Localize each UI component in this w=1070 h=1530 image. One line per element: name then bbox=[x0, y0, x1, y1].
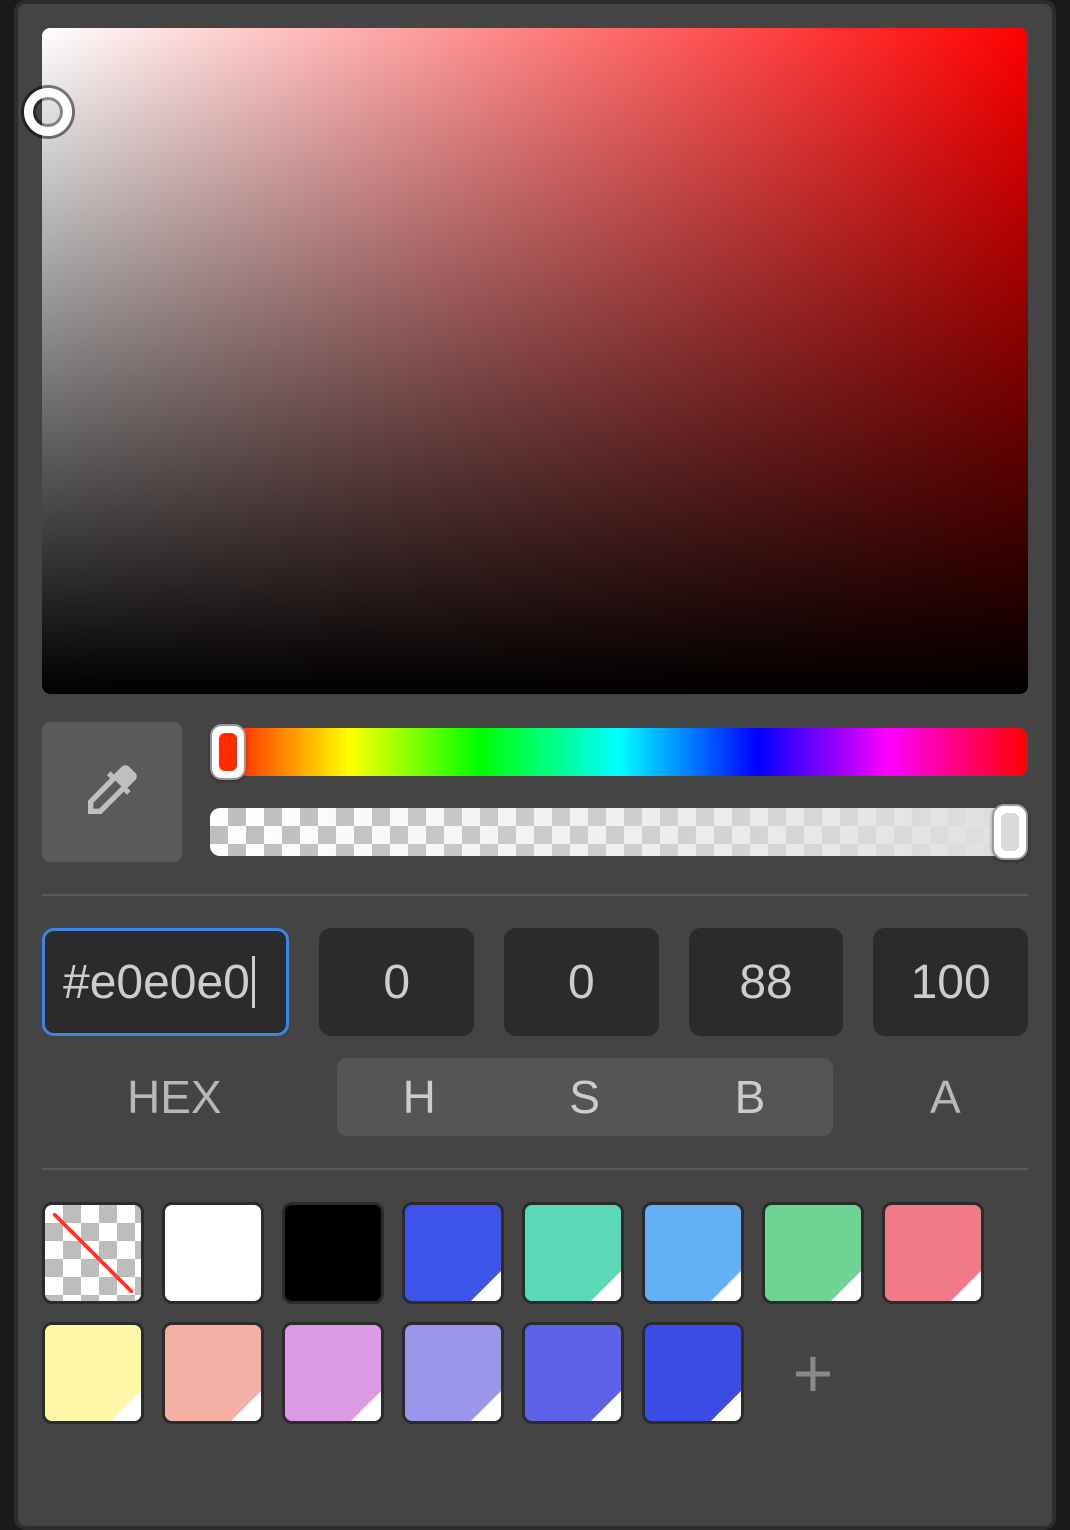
swatch-corner-icon bbox=[111, 1391, 141, 1421]
swatch-lemon[interactable] bbox=[42, 1322, 144, 1424]
alpha-slider-overlay bbox=[210, 808, 1028, 856]
swatch-corner-icon bbox=[711, 1271, 741, 1301]
sb-cursor[interactable] bbox=[24, 88, 72, 136]
b-col: 88 bbox=[689, 928, 844, 1036]
hex-label: HEX bbox=[42, 1070, 307, 1124]
hex-input[interactable]: #e0e0e0 bbox=[42, 928, 289, 1036]
swatch-corner-icon bbox=[951, 1271, 981, 1301]
swatch-corner-icon bbox=[231, 1391, 261, 1421]
a-label: A bbox=[863, 1070, 1028, 1124]
s-input-value: 0 bbox=[568, 955, 595, 1010]
swatch-corner-icon bbox=[591, 1271, 621, 1301]
alpha-slider-thumb[interactable] bbox=[992, 804, 1028, 860]
swatch-green[interactable] bbox=[762, 1202, 864, 1304]
add-swatch-button[interactable]: + bbox=[762, 1322, 864, 1424]
swatch-corner-icon bbox=[831, 1271, 861, 1301]
s-col: 0 bbox=[504, 928, 659, 1036]
hue-slider-thumb[interactable] bbox=[210, 724, 246, 780]
b-input-value: 88 bbox=[739, 955, 792, 1010]
eyedropper-button[interactable] bbox=[42, 722, 182, 862]
hue-slider[interactable] bbox=[210, 728, 1028, 776]
h-input[interactable]: 0 bbox=[319, 928, 474, 1036]
alpha-slider[interactable] bbox=[210, 808, 1028, 856]
swatch-skyblue[interactable] bbox=[642, 1202, 744, 1304]
hue-thumb-color bbox=[219, 733, 237, 771]
alpha-thumb-color bbox=[1001, 813, 1019, 851]
h-input-value: 0 bbox=[383, 955, 410, 1010]
swatches-grid: + bbox=[42, 1202, 1028, 1424]
a-input-value: 100 bbox=[911, 955, 991, 1010]
swatch-black[interactable] bbox=[282, 1202, 384, 1304]
a-col: 100 bbox=[873, 928, 1028, 1036]
swatch-corner-icon bbox=[591, 1391, 621, 1421]
brightness-label: B bbox=[667, 1070, 832, 1124]
swatch-lavender[interactable] bbox=[402, 1322, 504, 1424]
swatch-white[interactable] bbox=[162, 1202, 264, 1304]
text-caret bbox=[252, 956, 255, 1008]
slider-row bbox=[42, 722, 1028, 862]
swatch-peach[interactable] bbox=[162, 1322, 264, 1424]
divider-1 bbox=[42, 894, 1028, 896]
hex-input-value: #e0e0e0 bbox=[63, 955, 250, 1010]
b-input[interactable]: 88 bbox=[689, 928, 844, 1036]
swatch-corner-icon bbox=[471, 1391, 501, 1421]
s-input[interactable]: 0 bbox=[504, 928, 659, 1036]
swatch-indigo[interactable] bbox=[522, 1322, 624, 1424]
eyedropper-icon bbox=[80, 758, 144, 827]
saturation-brightness-area[interactable] bbox=[42, 28, 1028, 694]
h-col: 0 bbox=[319, 928, 474, 1036]
divider-2 bbox=[42, 1168, 1028, 1170]
hex-col: #e0e0e0 bbox=[42, 928, 289, 1036]
color-picker-panel: #e0e0e0 0 0 88 100 HEX H S bbox=[14, 0, 1056, 1530]
swatch-corner-icon bbox=[351, 1391, 381, 1421]
a-input[interactable]: 100 bbox=[873, 928, 1028, 1036]
swatch-rose[interactable] bbox=[882, 1202, 984, 1304]
swatch-teal[interactable] bbox=[522, 1202, 624, 1304]
hsb-mode-toggle[interactable]: H S B bbox=[337, 1058, 833, 1136]
labels-row: HEX H S B A bbox=[42, 1058, 1028, 1136]
swatch-corner-icon bbox=[711, 1391, 741, 1421]
swatch-blue[interactable] bbox=[402, 1202, 504, 1304]
sliders-stack bbox=[210, 722, 1028, 862]
swatch-orchid[interactable] bbox=[282, 1322, 384, 1424]
sb-black-gradient bbox=[42, 28, 1028, 694]
inputs-row: #e0e0e0 0 0 88 100 bbox=[42, 928, 1028, 1036]
swatch-royal[interactable] bbox=[642, 1322, 744, 1424]
swatch-none[interactable] bbox=[42, 1202, 144, 1304]
s-label: S bbox=[502, 1070, 667, 1124]
swatch-corner-icon bbox=[471, 1271, 501, 1301]
h-label: H bbox=[337, 1070, 502, 1124]
